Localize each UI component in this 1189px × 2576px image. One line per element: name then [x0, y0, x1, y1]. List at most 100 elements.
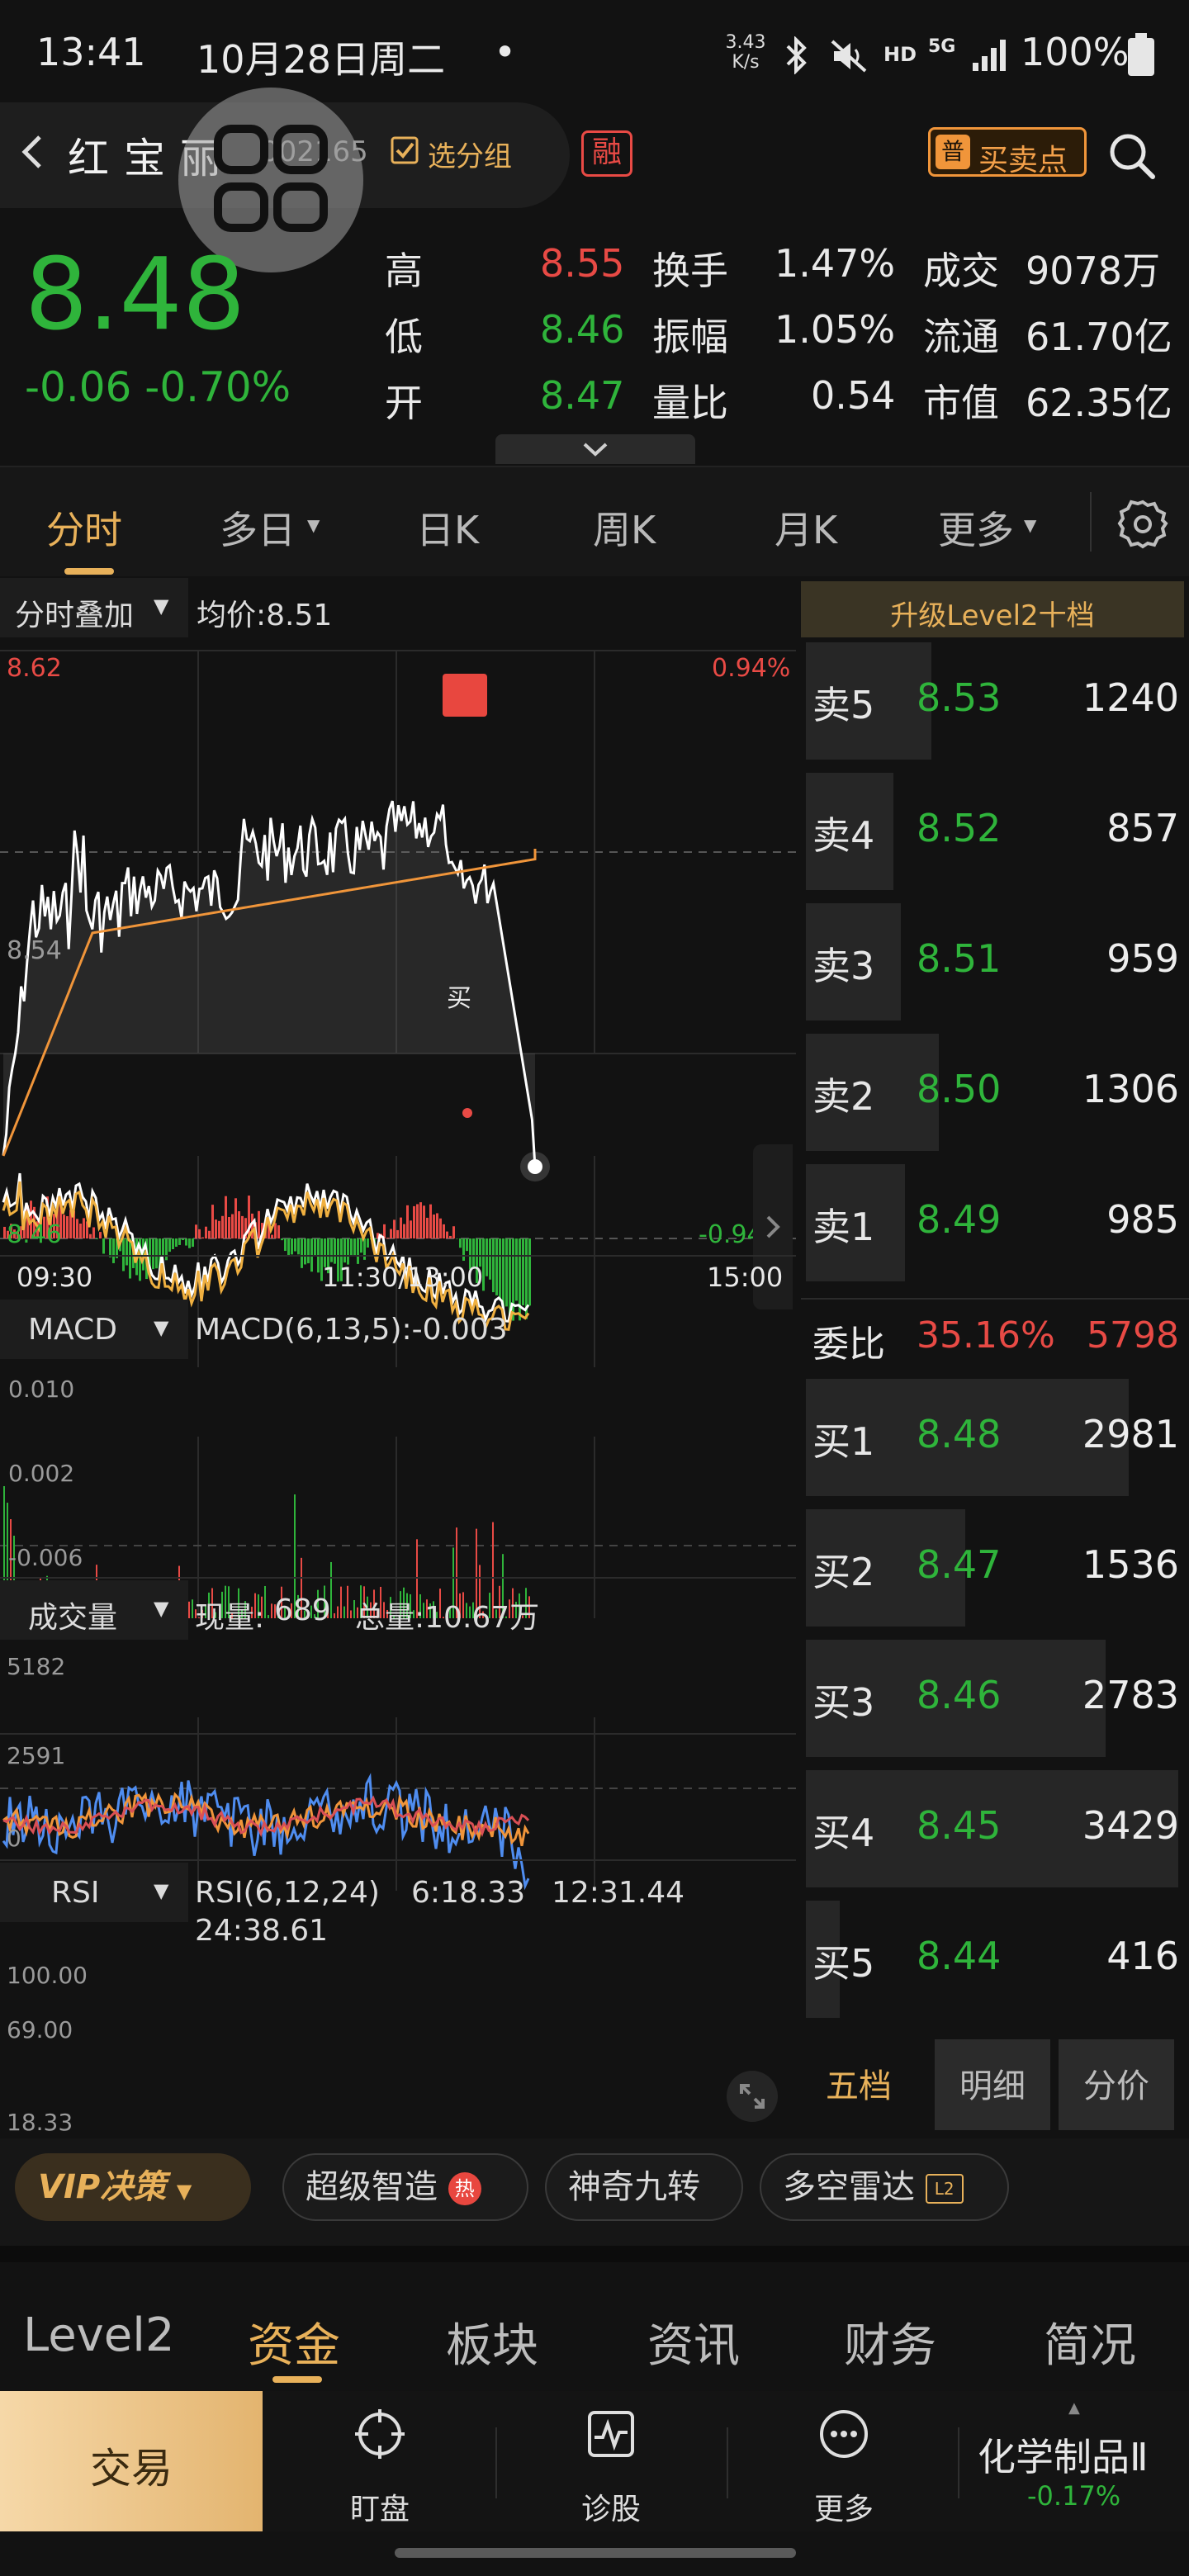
home-indicator[interactable]: [395, 2548, 796, 2558]
gear-icon[interactable]: [1116, 497, 1169, 550]
tab-monthly-k[interactable]: 月K: [775, 500, 837, 555]
macd-bar: [129, 1238, 131, 1279]
sector-button[interactable]: ▲ 化学制品Ⅱ -0.17%: [971, 2391, 1189, 2531]
macd-bar: [449, 1235, 452, 1238]
vip-decision-button[interactable]: VIP决策 ▼: [15, 2153, 251, 2221]
caret-up-icon: ▲: [1068, 2399, 1080, 2417]
macd-bar: [218, 1220, 220, 1238]
trade-button[interactable]: 交易: [0, 2391, 263, 2531]
bull-bear-radar-button[interactable]: 多空雷达 L2: [760, 2153, 1009, 2221]
magic-nine-button[interactable]: 神奇九转: [545, 2153, 743, 2221]
crosshair-icon: [355, 2409, 405, 2459]
macd-bar: [225, 1196, 227, 1238]
order-price: 8.53: [917, 675, 1002, 720]
volume-bar: [340, 1586, 342, 1618]
order-volume: 959: [1106, 936, 1179, 981]
order-price: 8.49: [917, 1197, 1002, 1242]
price-change: -0.06 -0.70%: [25, 363, 291, 411]
volume-bar: [271, 1603, 272, 1618]
order-row[interactable]: 卖1 8.49 985: [801, 1159, 1189, 1281]
order-row[interactable]: 买5 8.44 416: [801, 1896, 1189, 2018]
macd-bar: [185, 1238, 187, 1246]
order-volume: 2783: [1082, 1673, 1179, 1717]
macd-bar: [489, 1238, 491, 1280]
volume-bar: [343, 1606, 345, 1618]
macd-bar: [406, 1205, 409, 1238]
order-level-label: 卖2: [812, 1074, 875, 1119]
macd-bar: [178, 1238, 181, 1245]
fullscreen-button[interactable]: [727, 2071, 778, 2122]
order-price: 8.47: [917, 1542, 1002, 1587]
macd-bar: [215, 1219, 217, 1238]
macd-bar: [515, 1238, 518, 1301]
tab-finance[interactable]: 财务: [844, 2308, 936, 2375]
order-level-label: 买4: [812, 1811, 875, 1855]
volume-bar: [334, 1612, 335, 1618]
back-icon[interactable]: [15, 134, 51, 170]
volume-label: 成交量: [28, 1601, 118, 1635]
order-row[interactable]: 卖2 8.50 1306: [801, 1029, 1189, 1151]
tab-news[interactable]: 资讯: [647, 2308, 740, 2375]
macd-bar: [423, 1205, 425, 1238]
macd-bar: [99, 1232, 102, 1238]
volume-selector[interactable]: 成交量 ▼: [0, 1580, 188, 1640]
tab-level2[interactable]: Level2: [23, 2308, 174, 2362]
margin-badge[interactable]: 融: [581, 130, 632, 177]
tab-weekly-k[interactable]: 周K: [593, 500, 656, 555]
tab-trade-detail[interactable]: 明细: [935, 2039, 1050, 2130]
tab-profile[interactable]: 简况: [1044, 2308, 1136, 2375]
order-row[interactable]: 买1 8.48 2981: [801, 1374, 1189, 1496]
upgrade-level2-button[interactable]: 升级Level2十档: [801, 581, 1184, 637]
macd-bar: [188, 1238, 191, 1248]
volume-bar: [268, 1615, 269, 1618]
macd-bar: [175, 1238, 178, 1248]
checkbox-icon[interactable]: [390, 135, 419, 165]
overlay-selector[interactable]: 分时叠加 ▼: [0, 578, 188, 637]
macd-bar: [291, 1238, 293, 1255]
order-row[interactable]: 买2 8.47 1536: [801, 1504, 1189, 1627]
tab-sector[interactable]: 板块: [446, 2308, 538, 2375]
macd-bar: [274, 1223, 277, 1238]
macd-y-top: 0.010: [8, 1376, 75, 1403]
macd-bar: [79, 1223, 82, 1238]
tab-five-level[interactable]: 五档: [826, 2059, 892, 2107]
tab-capital[interactable]: 资金: [248, 2308, 340, 2375]
rsi-selector[interactable]: RSI ▼: [0, 1863, 188, 1922]
macd-bar: [426, 1217, 429, 1238]
order-row[interactable]: 卖3 8.51 959: [801, 898, 1189, 1020]
order-row[interactable]: 买3 8.46 2783: [801, 1635, 1189, 1757]
bottom-nav: 交易 盯盘 诊股 更多 ▲ 化学制品Ⅱ -0.17%: [0, 2391, 1189, 2531]
search-icon[interactable]: [1106, 130, 1158, 182]
order-row[interactable]: 卖4 8.52 857: [801, 768, 1189, 890]
macd-bar: [413, 1205, 415, 1238]
tab-multi-day[interactable]: 多日: [220, 500, 296, 555]
net-speed: 3.43 K/s: [725, 32, 766, 73]
current-volume: 689: [274, 1593, 331, 1627]
tab-daily-k[interactable]: 日K: [416, 500, 479, 555]
amplitude-label: 振幅: [652, 315, 728, 359]
order-row[interactable]: 卖5 8.53 1240: [801, 637, 1189, 760]
hd-indicator: HD: [883, 43, 917, 66]
order-row[interactable]: 买4 8.45 3429: [801, 1765, 1189, 1887]
low-label: 低: [385, 315, 423, 359]
float-cap-value: 61.70亿: [1026, 315, 1172, 359]
watch-button[interactable]: 盯盘: [289, 2391, 471, 2531]
select-group-button[interactable]: 选分组: [428, 134, 512, 174]
macd-selector[interactable]: MACD ▼: [0, 1300, 188, 1359]
feature-bar: VIP决策 ▼ 超级智造 热 神奇九转 多空雷达 L2: [0, 2138, 1189, 2246]
macd-bar: [499, 1238, 501, 1300]
tab-price-distribution[interactable]: 分价: [1059, 2039, 1174, 2130]
caret-down-icon: ▼: [154, 1879, 169, 1902]
tab-intraday[interactable]: 分时: [46, 500, 122, 555]
macd-bar: [439, 1218, 442, 1238]
expand-quote-button[interactable]: [495, 434, 695, 464]
volume-y-top: 5182: [7, 1653, 66, 1680]
diagnose-button[interactable]: 诊股: [520, 2391, 702, 2531]
macd-bar: [400, 1217, 402, 1238]
more-button[interactable]: 更多: [753, 2391, 935, 2531]
expand-icon: [740, 2084, 765, 2109]
tab-more[interactable]: 更多: [938, 500, 1014, 555]
macd-bar: [528, 1238, 531, 1306]
buy-sell-point-button[interactable]: 普 买卖点: [928, 127, 1087, 178]
super-smart-button[interactable]: 超级智造 热: [282, 2153, 528, 2221]
